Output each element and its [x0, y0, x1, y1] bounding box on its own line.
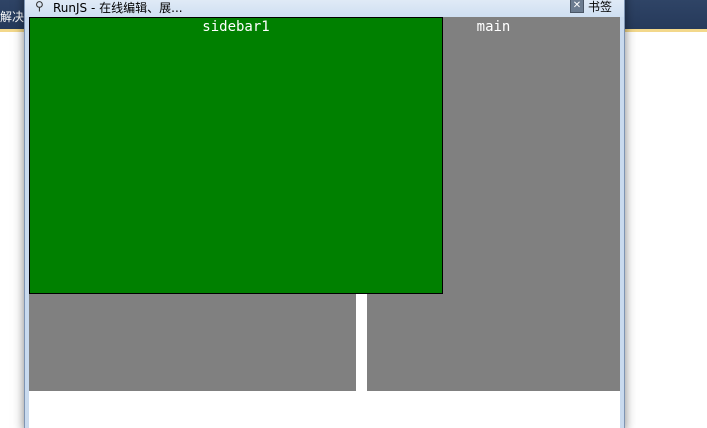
- desktop: 解决 ⚲ RunJS - 在线编辑、展... ✕ 书签 main sidebar…: [0, 0, 707, 428]
- bookmark-button[interactable]: ✕ 书签: [570, 0, 612, 14]
- bookmark-label: 书签: [588, 0, 613, 14]
- page-content: main sidebar1: [29, 17, 620, 428]
- bookmark-icon: ✕: [570, 0, 584, 13]
- background-toolbar-text: 解决: [0, 10, 25, 24]
- background-page: [620, 32, 707, 428]
- sidebar1-label: sidebar1: [202, 19, 270, 35]
- window-title: RunJS - 在线编辑、展...: [53, 1, 183, 15]
- runjs-logo-icon: ⚲: [35, 0, 44, 13]
- main-label: main: [476, 19, 511, 35]
- sidebar1-box: sidebar1: [29, 17, 443, 294]
- window-titlebar[interactable]: ⚲ RunJS - 在线编辑、展... ✕ 书签: [25, 0, 624, 17]
- popup-window: ⚲ RunJS - 在线编辑、展... ✕ 书签 main sidebar1: [24, 0, 625, 428]
